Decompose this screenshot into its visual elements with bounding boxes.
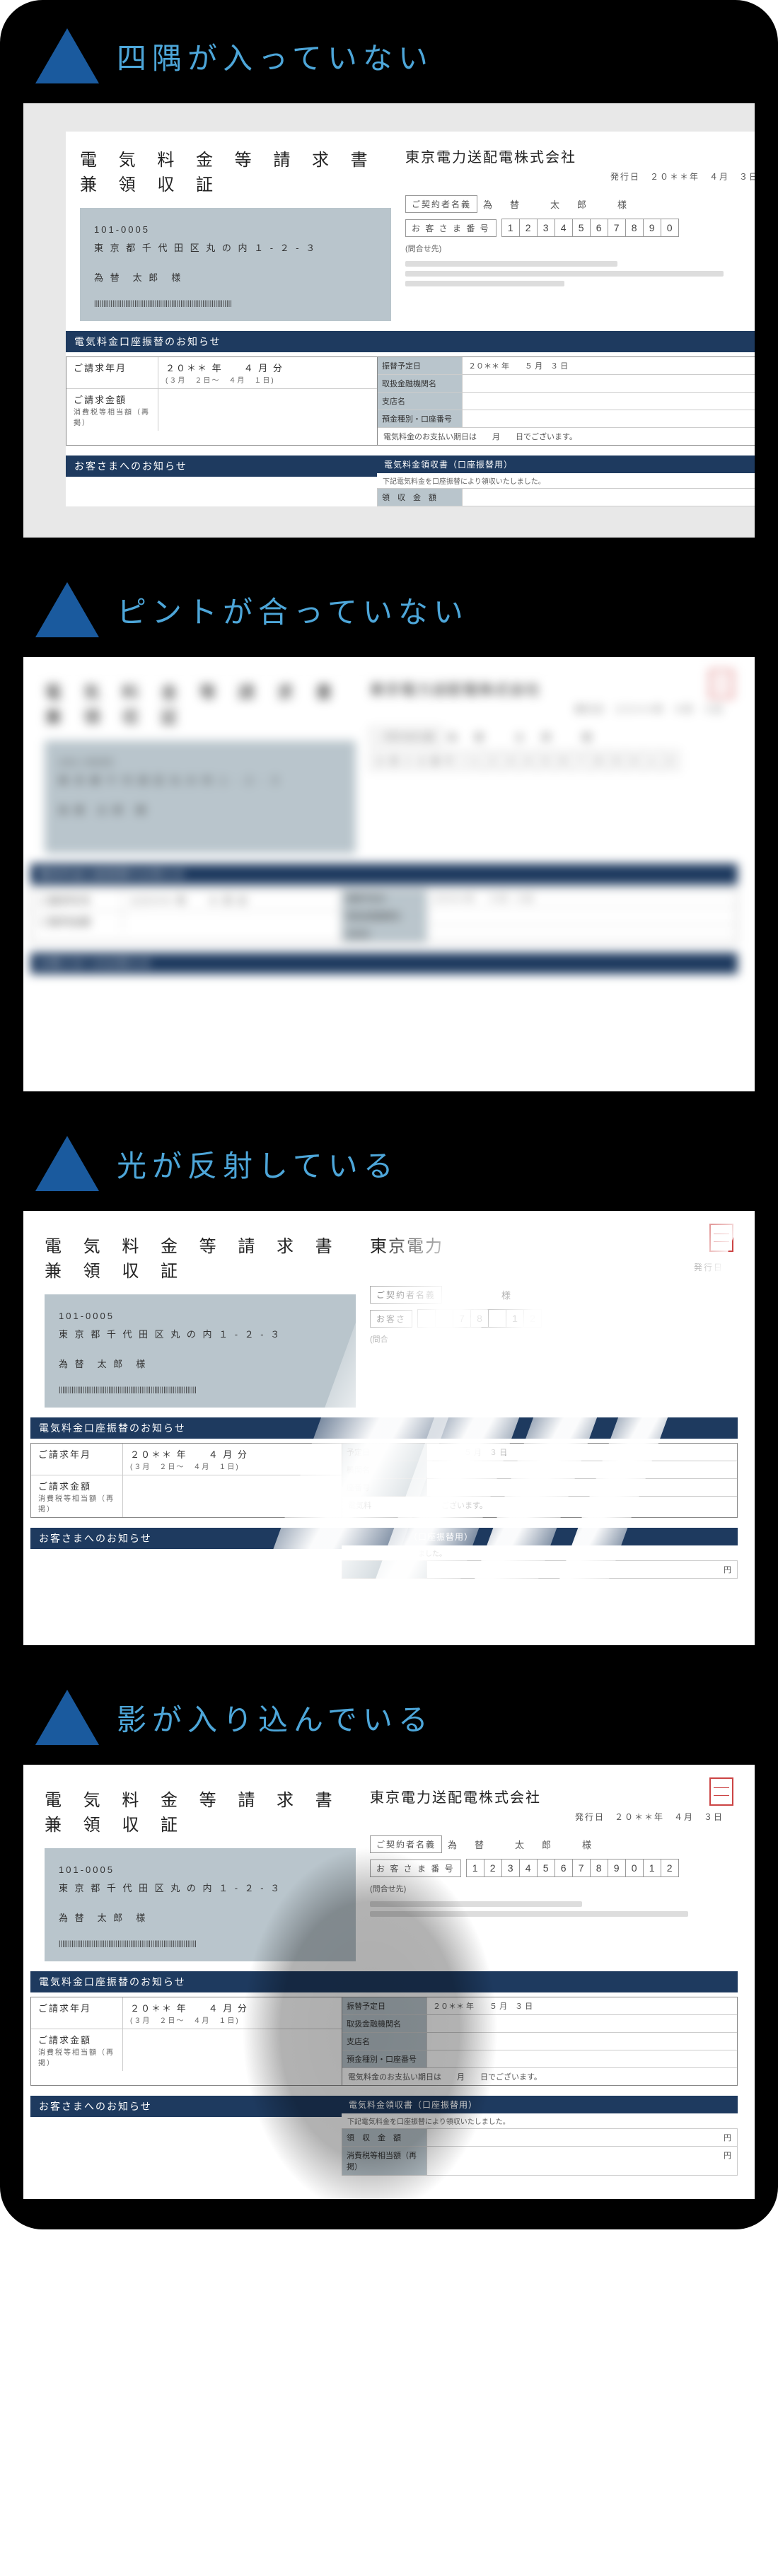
warning-triangle-icon (35, 28, 99, 83)
invoice-mock: 電 気 料 金 等 請 求 書 兼 領 収 証 101-0005 東 京 都 千… (66, 132, 757, 506)
transfer-date-value: ２０＊＊ 年 ５ 月 ３ 日 (463, 357, 757, 374)
example-section-corners: 四隅が入っていない 電 気 料 金 等 請 求 書 兼 領 収 証 101-00… (21, 28, 757, 540)
examples-container: 四隅が入っていない 電 気 料 金 等 請 求 書 兼 領 収 証 101-00… (0, 0, 778, 2229)
barcode: ||||||||||||||||||||||||||||||||||||||||… (94, 297, 377, 311)
receipt-note: 下記電気料金を口座振替により領収いたしました。 (377, 473, 757, 488)
section-title: 影が入り込んでいる (117, 1696, 434, 1739)
example-frame: 電 気 料 金 等 請 求 書 兼 領 収 証 101-0005 東 京 都 千… (21, 1763, 757, 2201)
seal-stamp-icon (709, 1224, 733, 1252)
contract-label: ご契約者名義 (405, 195, 477, 213)
address-line: 東 京 都 千 代 田 区 丸 の 内 １ - ２ - ３ (94, 239, 377, 257)
invoice-mock: 電 気 料 金 等 請 求 書 兼 領 収 証 101-0005 東 京 都 千… (30, 664, 738, 974)
bill-amount-label: ご請求金額消費税等相当額（再掲） (66, 389, 158, 431)
placeholder-lines (405, 261, 757, 286)
seal-stamp-icon (709, 670, 733, 698)
postal-code: 101-0005 (94, 221, 377, 239)
section-title: ピントが合っていない (117, 588, 469, 632)
warning-triangle-icon (35, 1136, 99, 1191)
invoice-mock: 電 気 料 金 等 請 求 書 兼 領 収 証 101-0005 東 京 都 千… (30, 1218, 738, 1579)
customer-number-label: お 客 さ ま 番 号 (405, 219, 497, 237)
invoice-mock: 電 気 料 金 等 請 求 書 兼 領 収 証 101-0005 東 京 都 千… (30, 1772, 738, 2176)
customer-number-boxes: 1 2 3 4 5 6 7 8 9 0 (502, 219, 679, 237)
warning-triangle-icon (35, 1690, 99, 1745)
example-section-shadow: 影が入り込んでいる 電 気 料 金 等 請 求 書 兼 領 収 証 101-00… (21, 1690, 757, 2201)
recipient-name: 為 替 太 郎 様 (94, 269, 377, 287)
bill-month-value: ２０＊＊ 年 ４ 月 分(３月 ２日～ ４月 １日) (158, 357, 377, 388)
transfer-notice-band: 電気料金口座振替のお知らせ (66, 331, 757, 352)
invoice-title: 電 気 料 金 等 請 求 書 兼 領 収 証 (80, 146, 391, 195)
company-name: 東京電力送配電株式会社 (405, 146, 757, 166)
issue-date: 発行日 ２０＊＊年 ４月 ３日 (405, 170, 757, 182)
contract-value: 為 替 太 郎 様 (483, 197, 631, 211)
transfer-date-label: 振替予定日 (378, 357, 463, 374)
example-frame: 電 気 料 金 等 請 求 書 兼 領 収 証 101-0005 東 京 都 千… (21, 655, 757, 1093)
example-frame: 電 気 料 金 等 請 求 書 兼 領 収 証 101-0005 東 京 都 千… (21, 1209, 757, 1647)
address-block: 101-0005 東 京 都 千 代 田 区 丸 の 内 １ - ２ - ３ 為… (80, 208, 391, 321)
warning-triangle-icon (35, 582, 99, 637)
billing-table: ご請求年月 ２０＊＊ 年 ４ 月 分(３月 ２日～ ４月 １日) ご請求金額消費… (66, 356, 757, 446)
seal-stamp-icon (709, 1777, 733, 1806)
example-section-blur: ピントが合っていない 電 気 料 金 等 請 求 書 兼 領 収 証 101-0… (21, 582, 757, 1093)
bill-month-label: ご請求年月 (66, 357, 158, 388)
example-frame: 電 気 料 金 等 請 求 書 兼 領 収 証 101-0005 東 京 都 千… (21, 101, 757, 540)
customer-notice-band: お客さまへのお知らせ (66, 456, 377, 477)
receipt-band: 電気料金領収書（口座振替用） (377, 456, 757, 473)
inquiry-label: (問合せ先) (405, 243, 757, 254)
section-title: 光が反射している (117, 1142, 399, 1185)
example-section-glare: 光が反射している 電 気 料 金 等 請 求 書 兼 領 収 証 101-000… (21, 1136, 757, 1647)
section-title: 四隅が入っていない (117, 35, 434, 78)
